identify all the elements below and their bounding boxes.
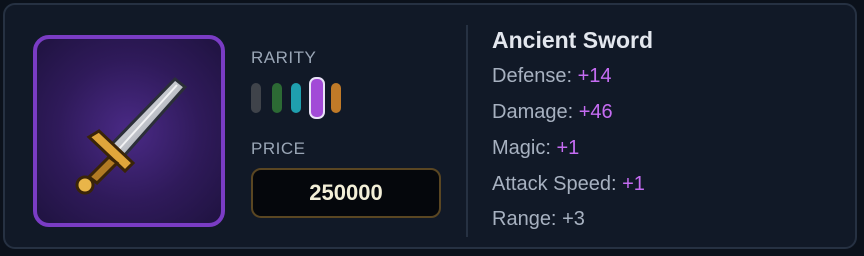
stat-value: +14 xyxy=(577,65,612,87)
item-title: Ancient Sword xyxy=(492,27,654,53)
stat-label: Range: xyxy=(492,208,557,230)
rarity-bar-uncommon[interactable] xyxy=(272,83,282,113)
item-card: RARITY PRICE 250000 Ancient Sword Defens… xyxy=(3,3,857,249)
stat-damage: Damage: +46 xyxy=(492,101,613,124)
rarity-bar-common[interactable] xyxy=(251,83,261,113)
rarity-bar-epic[interactable] xyxy=(309,77,325,119)
stat-range: Range: +3 xyxy=(492,208,585,231)
stat-defense: Defense: +14 xyxy=(492,65,612,88)
stat-value: +46 xyxy=(578,101,613,123)
item-image-frame[interactable] xyxy=(33,35,225,227)
stat-value: +1 xyxy=(556,137,580,159)
rarity-bar-legendary[interactable] xyxy=(331,83,341,113)
rarity-bar-rare[interactable] xyxy=(291,83,301,113)
stat-label: Defense: xyxy=(492,65,573,87)
sword-icon xyxy=(75,76,188,195)
stat-label: Attack Speed: xyxy=(492,173,617,195)
stat-value: +1 xyxy=(622,173,645,195)
price-label: PRICE xyxy=(251,139,306,158)
divider xyxy=(466,25,468,237)
price-field[interactable]: 250000 xyxy=(251,168,441,218)
rarity-label: RARITY xyxy=(251,48,317,67)
stat-value: +3 xyxy=(562,208,585,230)
price-value: 250000 xyxy=(309,180,383,205)
stat-attack-speed: Attack Speed: +1 xyxy=(492,173,645,196)
stat-label: Damage: xyxy=(492,101,574,123)
stat-label: Magic: xyxy=(492,137,551,159)
stat-magic: Magic: +1 xyxy=(492,137,579,160)
